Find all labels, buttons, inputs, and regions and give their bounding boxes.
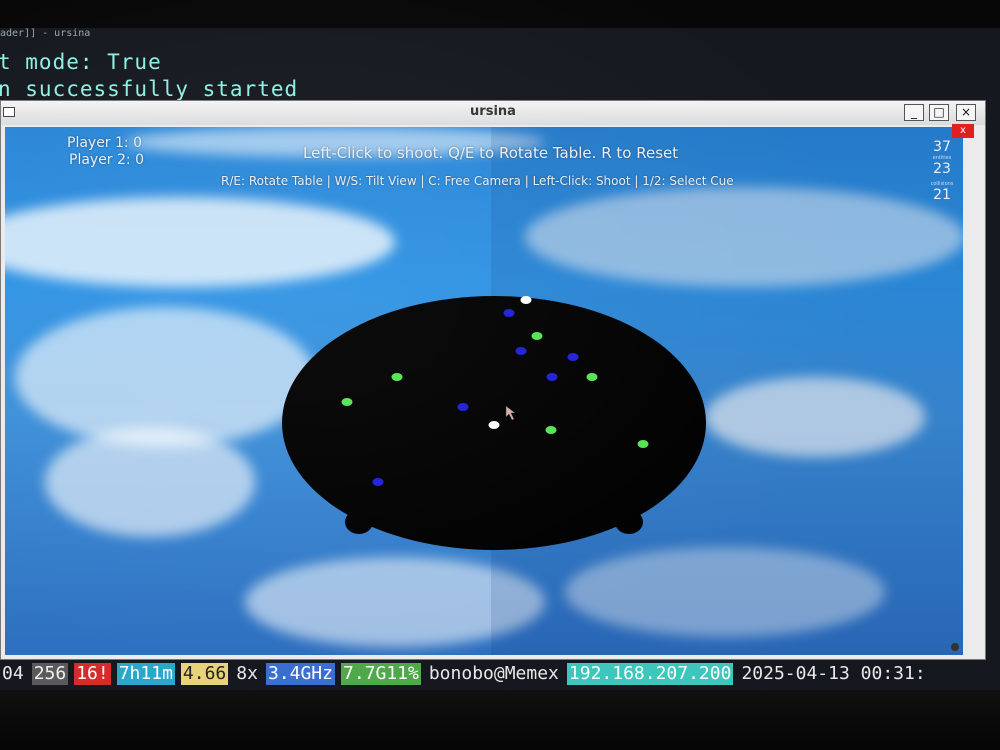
terminal-tab-label: ader]] - ursina [0,28,91,39]
pool-ball[interactable] [546,373,558,381]
pool-ball[interactable] [545,426,557,434]
status-segment: 8x [236,663,258,684]
entity-counter-value: 23 [933,161,951,177]
status-segment: 16! [74,663,111,685]
collision-counter-value: 21 [933,187,951,203]
status-segment: bonobo@Memex [428,663,559,684]
status-segment: 7h11m [116,663,175,685]
player-1-score: Player 1: 0 [67,135,142,151]
monitor-bezel-top [0,0,1000,28]
pool-ball[interactable] [372,478,384,486]
entity-counter: entities 23 [927,155,957,177]
monitor-bezel-bottom [0,690,1000,750]
pool-ball[interactable] [457,403,469,411]
fps-counter: 37 [927,139,957,155]
pool-ball[interactable] [531,332,543,340]
maximize-button[interactable]: □ [929,104,949,121]
status-segment: 3.4GHz [265,663,335,685]
controls-text: R/E: Rotate Table | W/S: Tilt View | C: … [221,174,734,188]
entity-counter-label: entities [932,155,952,161]
fps-value: 37 [933,139,951,155]
status-segment: 4.66 [180,663,229,685]
pool-ball[interactable] [391,373,403,381]
status-segment: 2025-04-13 00:31: [741,663,926,684]
status-segment: 256 [31,663,69,685]
terminal-line-1: t mode: True [0,50,162,74]
resize-grip-icon[interactable] [951,643,959,651]
window-titlebar[interactable]: ursina _ □ × [1,101,985,125]
status-segment: 04 [2,663,24,684]
terminal-line-2: n successfully started [0,77,299,101]
pool-ball[interactable] [567,353,579,361]
status-bar: 04 256 16! 7h11m 4.66 8x 3.4GHz 7.7G11% bonobo@M… [0,660,1000,688]
status-segment: 192.168.207.200 [566,663,734,685]
collision-counter-label: collisions [930,181,954,187]
close-button[interactable]: × [956,104,976,121]
pool-table-scene[interactable] [5,127,963,655]
minimize-button[interactable]: _ [904,104,924,121]
window-title: ursina [470,104,516,119]
status-segment: 7.7G11% [340,663,421,685]
pool-ball[interactable] [341,398,353,406]
collision-counter: collisions 21 [927,181,957,203]
player-2-score: Player 2: 0 [69,152,144,168]
exit-button[interactable]: x [952,124,974,138]
ursina-window[interactable]: ursina _ □ × Player 1: 0 Player 2: 0 Lef… [0,100,986,660]
pool-ball[interactable] [503,309,515,317]
cue-ball[interactable] [488,421,500,429]
pool-ball[interactable] [515,347,527,355]
instructions-text: Left-Click to shoot. Q/E to Rotate Table… [303,144,679,162]
game-viewport[interactable]: Player 1: 0 Player 2: 0 Left-Click to sh… [5,127,963,655]
pool-ball[interactable] [586,373,598,381]
cue-ball[interactable] [520,296,532,304]
pool-ball[interactable] [637,440,649,448]
